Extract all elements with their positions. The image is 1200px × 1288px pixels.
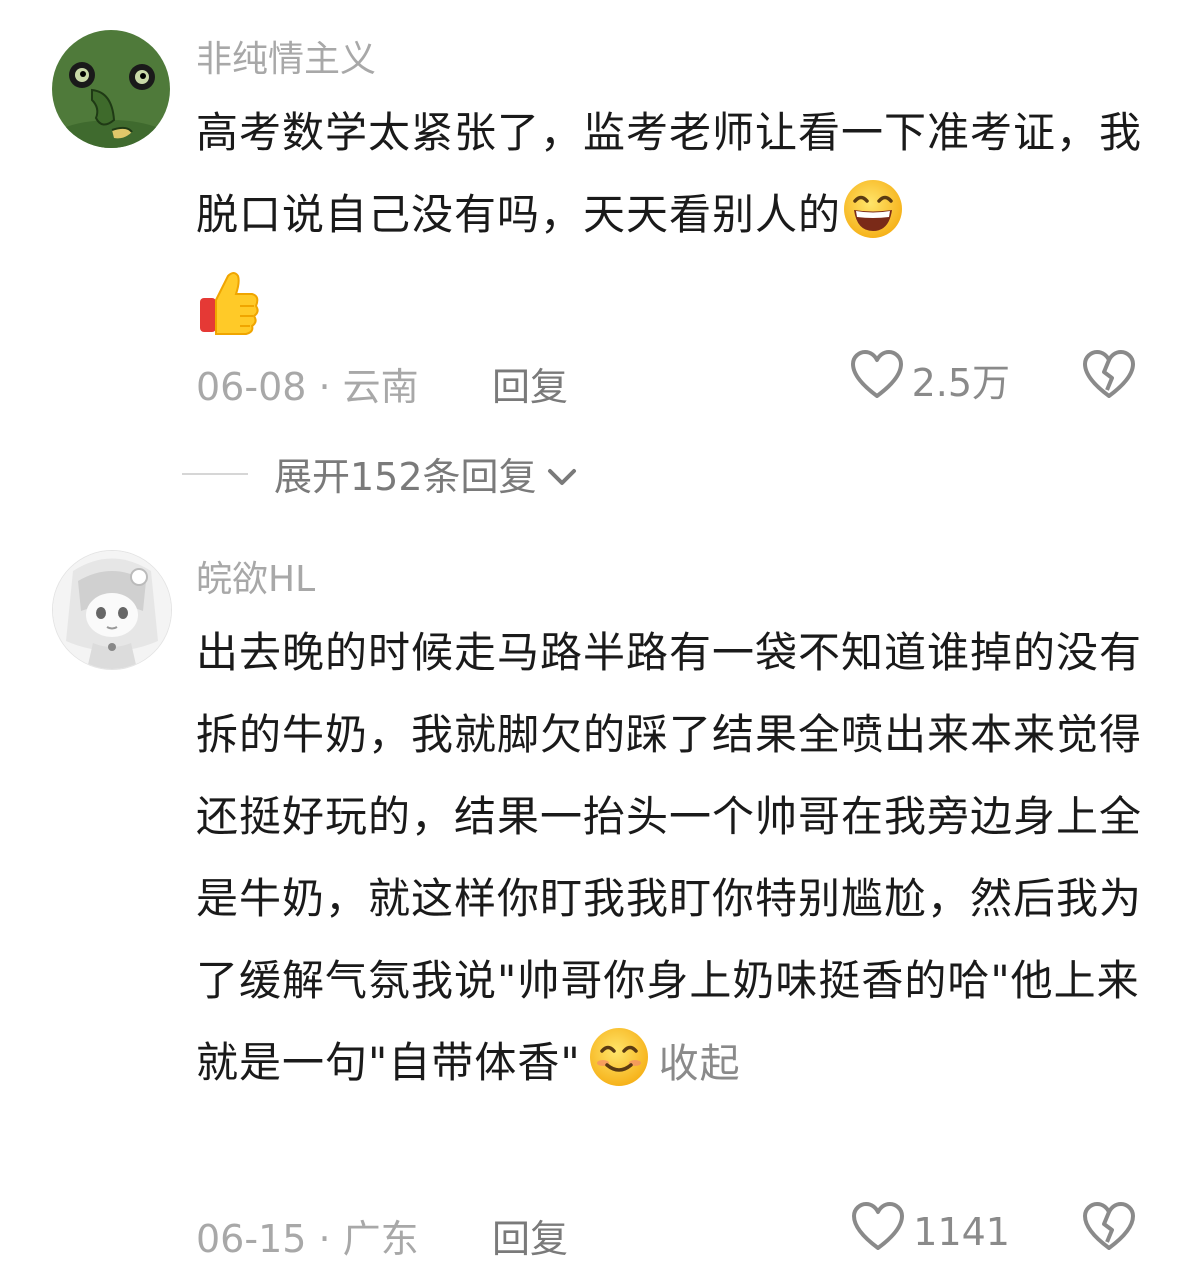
comment-meta: 06-08 · 云南 回复 2.5万: [196, 350, 1150, 409]
date-location: 06-15 · 广东: [196, 1217, 419, 1261]
avatar[interactable]: [52, 30, 170, 148]
comment-text-content: 出去晚的时候走马路半路有一袋不知道谁掉的没有拆的牛奶，我就脚欠的踩了结果全喷出来…: [196, 628, 1143, 1087]
comment-text: 高考数学太紧张了，监考老师让看一下准考证，我脱口说自己没有吗，天天看别人的: [196, 92, 1146, 365]
username[interactable]: 皖欲HL: [196, 558, 315, 602]
reply-button[interactable]: 回复: [492, 356, 568, 411]
collapse-button[interactable]: 收起: [659, 1041, 741, 1087]
divider: [182, 472, 248, 475]
comment-item: 非纯情主义 高考数学太紧张了，监考老师让看一下准考证，我脱口说自己没有吗，天天看…: [0, 0, 1200, 520]
heart-outline-icon: [850, 350, 904, 409]
grinning-face-emoji-icon: [841, 177, 905, 268]
date-location: 06-08 · 云南: [196, 365, 419, 409]
chevron-down-icon: [547, 452, 577, 496]
thumbs-up-emoji-icon: [196, 268, 260, 365]
comment-meta: 06-15 · 广东 回复 1141: [196, 1202, 1150, 1261]
comment-text-content: 高考数学太紧张了，监考老师让看一下准考证，我脱口说自己没有吗，天天看别人的: [196, 108, 1143, 239]
like-button[interactable]: 2.5万: [850, 350, 1010, 409]
comment-item: 皖欲HL 出去晚的时候走马路半路有一袋不知道谁掉的没有拆的牛奶，我就脚欠的踩了结…: [0, 520, 1200, 1288]
reply-button[interactable]: 回复: [492, 1208, 568, 1263]
like-count: 2.5万: [911, 361, 1010, 405]
expand-replies-label: 展开152条回复: [274, 455, 537, 499]
smiling-face-emoji-icon: [587, 1025, 651, 1116]
like-button[interactable]: 1141: [851, 1202, 1010, 1261]
broken-heart-icon: [1082, 1202, 1136, 1261]
broken-heart-icon: [1082, 350, 1136, 409]
avatar[interactable]: [52, 550, 172, 670]
heart-outline-icon: [851, 1202, 905, 1261]
username[interactable]: 非纯情主义: [196, 38, 376, 82]
dislike-button[interactable]: [1082, 350, 1136, 409]
dislike-button[interactable]: [1082, 1202, 1136, 1261]
expand-replies-button[interactable]: 展开152条回复: [182, 446, 577, 501]
comment-text: 出去晚的时候走马路半路有一袋不知道谁掉的没有拆的牛奶，我就脚欠的踩了结果全喷出来…: [196, 612, 1146, 1116]
like-count: 1141: [913, 1209, 1010, 1254]
